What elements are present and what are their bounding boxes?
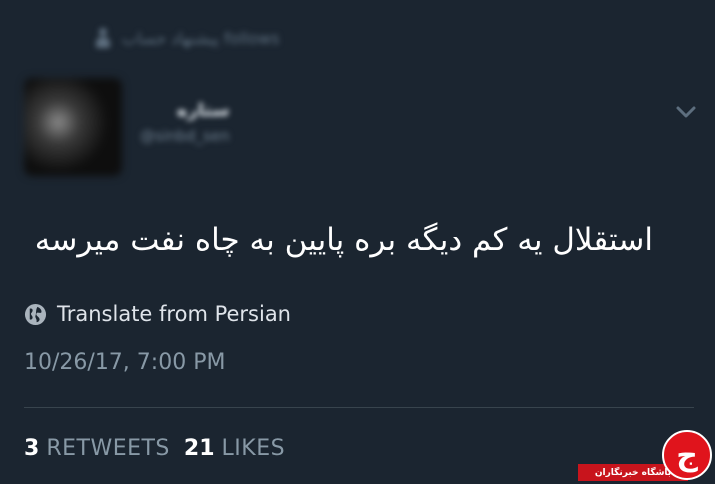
retweets-label[interactable]: RETWEETS (46, 436, 170, 461)
watermark-glyph: ج (662, 430, 712, 480)
likes-count[interactable]: 21 (184, 436, 215, 461)
tweet-stats: 3 RETWEETS 21 LIKES (24, 436, 285, 461)
divider (24, 407, 694, 408)
watermark-logo: باشگاه خبرنگاران ج (578, 428, 715, 484)
author-name[interactable]: ستاره (140, 100, 230, 121)
retweets-count[interactable]: 3 (24, 436, 39, 461)
chevron-down-icon[interactable] (672, 98, 700, 126)
likes-stat[interactable]: 21 LIKES (184, 436, 285, 461)
translate-label[interactable]: Translate from Persian (57, 302, 291, 326)
translate-link[interactable]: Translate from Persian (24, 302, 291, 326)
author-handle[interactable]: @sinbd_sen (140, 127, 230, 145)
social-context: پیشنهاد حساب follows (96, 28, 280, 48)
likes-label[interactable]: LIKES (222, 436, 286, 461)
avatar[interactable] (24, 78, 122, 176)
person-icon (96, 28, 110, 48)
author-info[interactable]: ستاره @sinbd_sen (140, 100, 230, 145)
tweet-text: استقلال یه کم دیگه بره پایین به چاه نفت … (34, 222, 653, 258)
globe-icon (24, 303, 47, 325)
social-context-text: پیشنهاد حساب follows (122, 28, 280, 48)
timestamp[interactable]: 10/26/17, 7:00 PM (24, 350, 225, 375)
retweets-stat[interactable]: 3 RETWEETS (24, 436, 170, 461)
